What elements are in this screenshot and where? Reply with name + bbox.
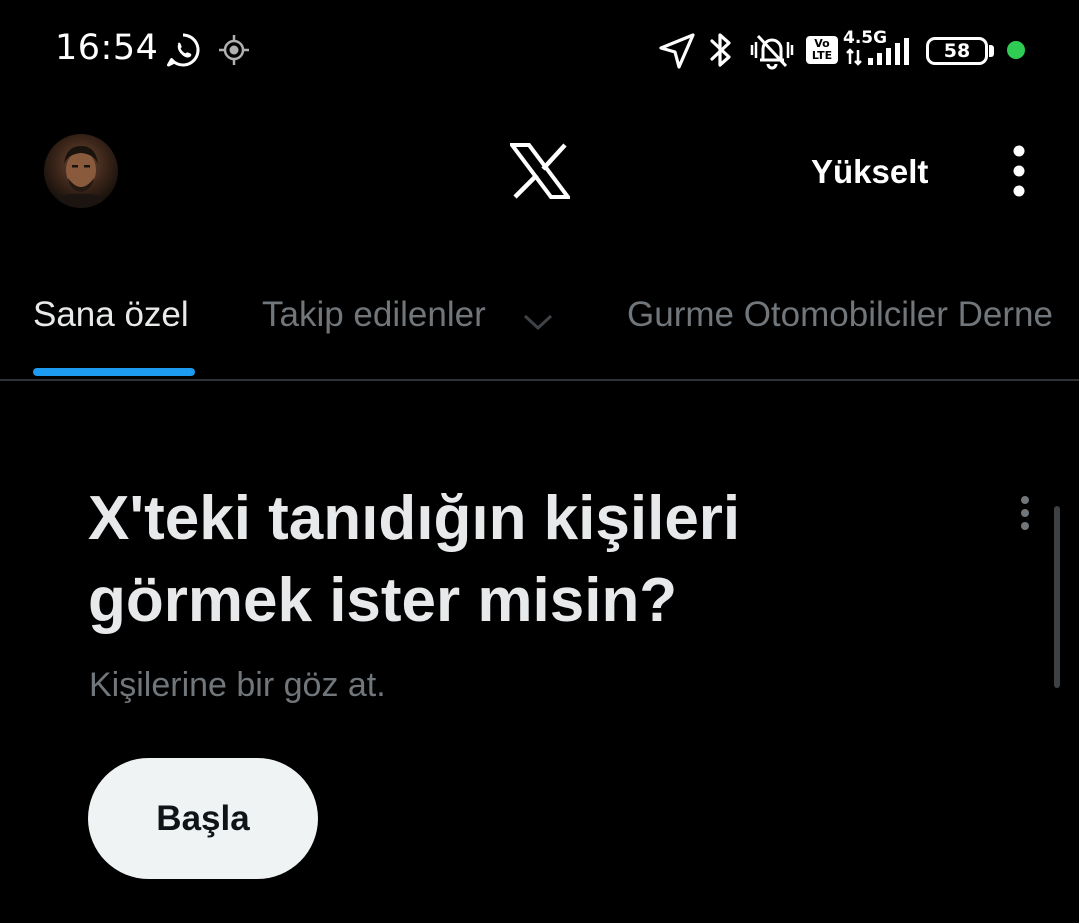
- gps-target-icon: [219, 35, 249, 65]
- scrollbar[interactable]: [1054, 506, 1060, 688]
- active-dot-icon: [1007, 41, 1025, 59]
- start-button[interactable]: Başla: [88, 758, 318, 879]
- prompt-title-line2: görmek ister misin?: [88, 566, 678, 635]
- vertical-dots-icon[interactable]: [1013, 494, 1037, 534]
- tabs-divider: [0, 379, 1079, 381]
- x-logo-icon[interactable]: [510, 143, 570, 199]
- status-time: 16:54: [55, 28, 159, 68]
- tab-for-you[interactable]: Sana özel: [33, 295, 189, 335]
- prompt-subtitle: Kişilerine bir göz at.: [89, 666, 386, 704]
- battery-tip: [989, 45, 994, 57]
- battery-level: 58: [943, 40, 971, 62]
- chevron-down-icon[interactable]: [522, 312, 554, 332]
- avatar-portrait: [54, 146, 108, 208]
- signal-icon: [846, 38, 909, 66]
- volte-line2: LTE: [811, 49, 833, 62]
- bluetooth-icon: [710, 33, 731, 67]
- profile-avatar[interactable]: [44, 134, 118, 208]
- notifications-muted-icon: [750, 34, 794, 70]
- battery-icon: 58: [926, 37, 988, 65]
- timeline-tabs: Sana özel Takip edilenler Gurme Otomobil…: [0, 290, 1079, 380]
- vertical-dots-icon[interactable]: [1004, 144, 1034, 200]
- status-bar: 16:54 Vo LTE 4.5G 58: [0, 0, 1079, 100]
- upgrade-button[interactable]: Yükselt: [811, 153, 928, 191]
- tab-community[interactable]: Gurme Otomobilciler Derne: [627, 295, 1053, 335]
- tab-active-indicator: [33, 368, 195, 376]
- volte-icon: Vo LTE: [806, 36, 838, 64]
- tab-following[interactable]: Takip edilenler: [262, 295, 486, 335]
- whatsapp-icon: [167, 33, 200, 67]
- location-arrow-icon: [659, 33, 695, 69]
- prompt-title-line1: X'teki tanıdığın kişileri: [88, 484, 741, 553]
- prompt-title: X'teki tanıdığın kişileri görmek ister m…: [88, 478, 888, 642]
